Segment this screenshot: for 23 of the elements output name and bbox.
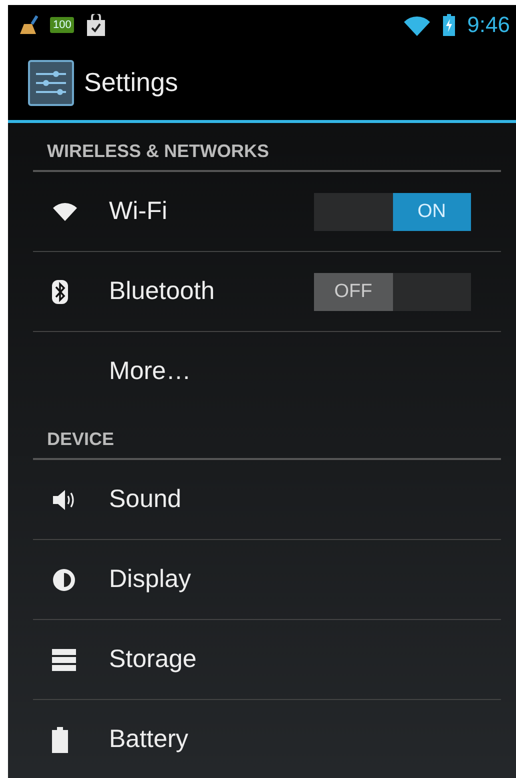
section-header: DEVICE (33, 411, 501, 460)
wifi-signal-icon (403, 14, 432, 36)
shopping-bag-icon (86, 14, 106, 36)
settings-item[interactable]: Battery (33, 700, 501, 778)
settings-item[interactable]: Wi-Fi ON (33, 172, 501, 252)
storage-icon (52, 648, 76, 670)
settings-item[interactable]: Storage (33, 620, 501, 700)
battery-icon (52, 726, 68, 752)
bluetooth-icon (52, 280, 68, 304)
settings-item[interactable]: More… (33, 332, 501, 411)
broom-icon (18, 15, 38, 35)
battery-charging-icon (443, 14, 456, 36)
settings-item[interactable]: Sound (33, 460, 501, 540)
clock-time: 9:46 (467, 12, 510, 38)
screen-title: Settings (84, 67, 178, 98)
battery-level-badge: 100 (50, 17, 74, 33)
settings-item[interactable]: Bluetooth OFF (33, 252, 501, 332)
wifi-icon (52, 202, 78, 222)
toggle-switch[interactable]: OFF (314, 272, 471, 310)
settings-item[interactable]: Display (33, 540, 501, 620)
brightness-icon (52, 568, 76, 592)
section-header: WIRELESS & NETWORKS (33, 123, 501, 172)
sliders-icon[interactable] (28, 60, 74, 106)
